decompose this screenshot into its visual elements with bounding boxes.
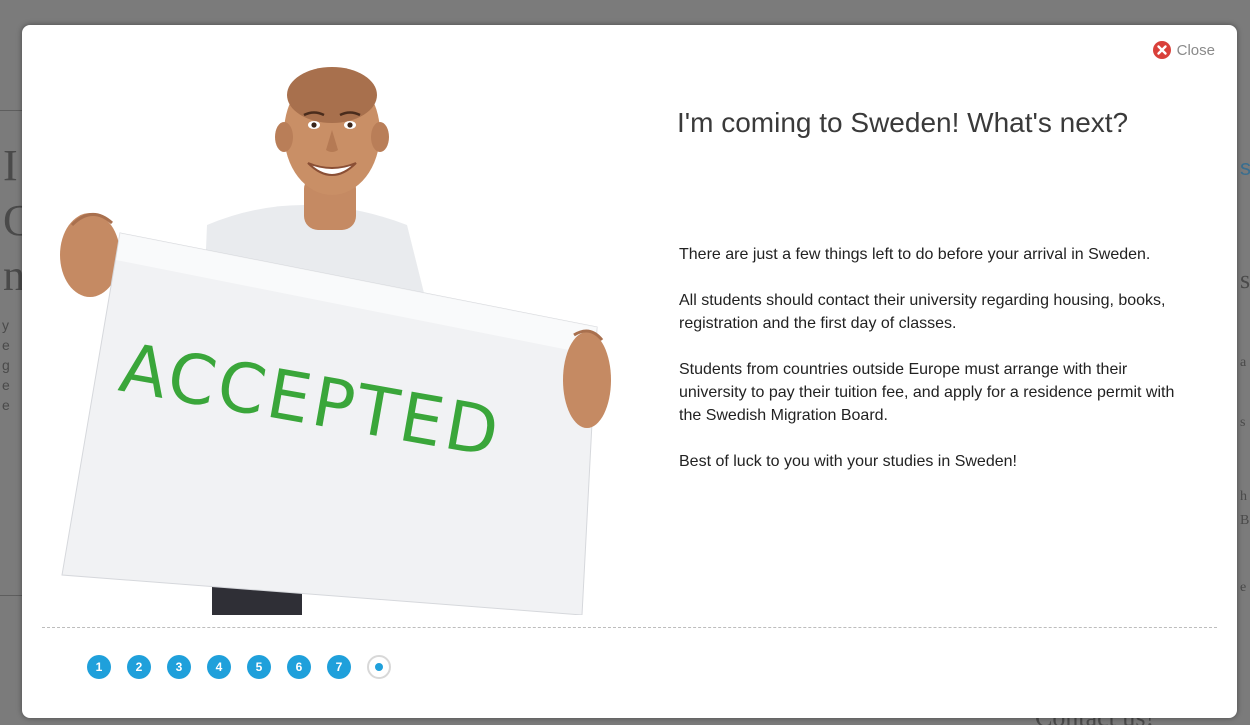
page-dot-7[interactable]: 7 xyxy=(327,655,351,679)
close-label: Close xyxy=(1176,41,1215,59)
modal-title: I'm coming to Sweden! What's next? xyxy=(677,107,1129,138)
paragraph-good-luck: Best of luck to you with your studies in… xyxy=(679,453,1017,470)
background-fragment: a xyxy=(1240,355,1247,370)
page-dot-3[interactable]: 3 xyxy=(167,655,191,679)
info-modal: Close ACCEPTED I'm coming to Sweden! Wha… xyxy=(22,25,1237,718)
background-fragment: yegee xyxy=(2,317,10,413)
page-pagination: 1 2 3 4 5 6 7 xyxy=(87,655,391,679)
page-dot-4[interactable]: 4 xyxy=(207,655,231,679)
page-dot-2[interactable]: 2 xyxy=(127,655,151,679)
close-button[interactable]: Close xyxy=(1152,41,1215,59)
page-dot-6[interactable]: 6 xyxy=(287,655,311,679)
background-fragment: s xyxy=(1240,265,1250,294)
page-dot-5[interactable]: 5 xyxy=(247,655,271,679)
background-fragment: s xyxy=(1240,155,1250,180)
background-fragment: hB xyxy=(1240,489,1250,528)
paragraph-tuition-permit: Students from countries outside Europe m… xyxy=(679,361,1175,424)
background-fragment: I xyxy=(3,141,18,190)
background-fragment: s xyxy=(1240,415,1246,430)
paragraph-arrival: There are just a few things left to do b… xyxy=(679,246,1151,263)
background-fragment: e xyxy=(1240,580,1247,595)
page-dot-1[interactable]: 1 xyxy=(87,655,111,679)
modal-divider xyxy=(42,627,1217,628)
close-icon xyxy=(1152,41,1171,59)
paragraph-contact-university: All students should contact their univer… xyxy=(679,292,1166,332)
modal-body: There are just a few things left to do b… xyxy=(679,243,1179,496)
student-holding-sign-image: ACCEPTED xyxy=(60,67,611,615)
background-divider xyxy=(0,595,22,596)
page-dot-current[interactable] xyxy=(367,655,391,679)
background-divider xyxy=(0,110,22,111)
